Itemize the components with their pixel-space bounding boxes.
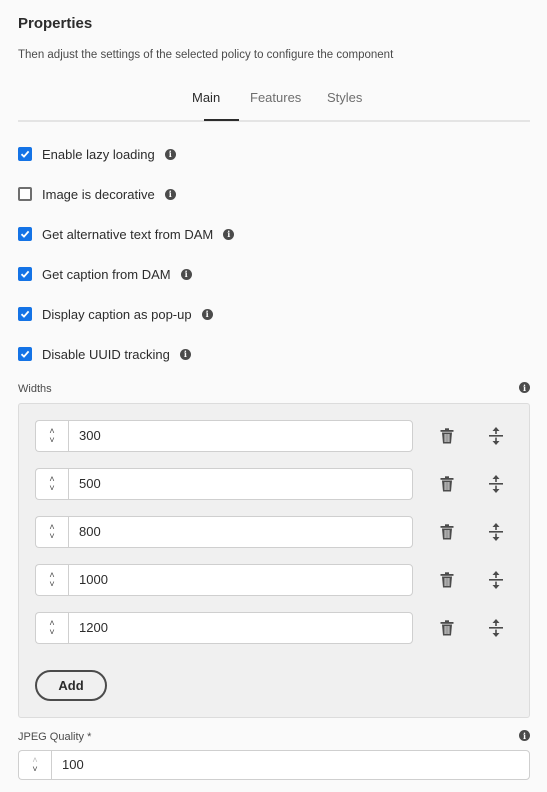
widths-label: Widths <box>18 383 52 395</box>
info-icon[interactable]: i <box>201 308 213 320</box>
checkbox-label: Enable lazy loading <box>42 146 155 162</box>
info-icon[interactable]: i <box>180 268 192 280</box>
tab-features[interactable]: Features <box>250 90 301 105</box>
trash-icon[interactable] <box>437 570 457 590</box>
drag-handle-icon[interactable] <box>486 618 506 638</box>
jpeg-quality-input[interactable]: 100 <box>51 750 530 780</box>
jpeg-quality-label: JPEG Quality * <box>18 731 92 743</box>
chevron-up-down-icon[interactable]: ˄ ˅ <box>35 612 68 644</box>
page-title: Properties <box>18 15 93 32</box>
chevron-up-down-icon[interactable]: ˄ ˅ <box>35 468 68 500</box>
drag-handle-icon[interactable] <box>486 426 506 446</box>
drag-handle-icon[interactable] <box>486 570 506 590</box>
width-input[interactable]: 800 <box>68 516 413 548</box>
tab-main[interactable]: Main <box>192 90 220 105</box>
tab-list: Main Features Styles <box>18 88 530 122</box>
info-icon[interactable]: i <box>519 730 530 741</box>
checkbox-label: Get alternative text from DAM <box>42 226 214 242</box>
info-icon[interactable]: i <box>179 348 191 360</box>
width-item: ˄ ˅ 1000 <box>35 564 413 596</box>
checkbox-label: Disable UUID tracking <box>42 346 170 362</box>
trash-icon[interactable] <box>437 618 457 638</box>
chevron-up-down-icon[interactable]: ˄ ˅ <box>18 750 51 780</box>
drag-handle-icon[interactable] <box>486 522 506 542</box>
checkbox-get-caption-from-dam[interactable]: Get caption from DAM i <box>18 264 192 284</box>
widths-multifield: ˄ ˅ 300 ˄ ˅ 500 ˄ ˅ 800 ˄ ˅ 1000 ˄ ˅ 1200 <box>18 403 530 718</box>
add-width-button[interactable]: Add <box>35 670 107 701</box>
info-icon[interactable]: i <box>223 228 235 240</box>
checkbox-label: Get caption from DAM <box>42 266 171 282</box>
info-icon[interactable]: i <box>164 188 176 200</box>
chevron-up-down-icon[interactable]: ˄ ˅ <box>35 420 68 452</box>
jpeg-quality-field: ˄ ˅ 100 <box>18 750 530 780</box>
width-item: ˄ ˅ 1200 <box>35 612 413 644</box>
checkbox-get-alt-text-from-dam[interactable]: Get alternative text from DAM i <box>18 224 235 244</box>
trash-icon[interactable] <box>437 426 457 446</box>
width-input[interactable]: 300 <box>68 420 413 452</box>
width-input[interactable]: 500 <box>68 468 413 500</box>
checkbox-display-caption-as-popup[interactable]: Display caption as pop-up i <box>18 304 213 324</box>
width-item: ˄ ˅ 300 <box>35 420 413 452</box>
chevron-up-down-icon[interactable]: ˄ ˅ <box>35 564 68 596</box>
checkbox-checked[interactable] <box>18 147 32 161</box>
info-icon[interactable]: i <box>519 382 530 393</box>
width-item: ˄ ˅ 500 <box>35 468 413 500</box>
page-subtitle: Then adjust the settings of the selected… <box>18 49 394 61</box>
checkbox-checked[interactable] <box>18 267 32 281</box>
checkbox-disable-uuid-tracking[interactable]: Disable UUID tracking i <box>18 344 191 364</box>
checkbox-label: Display caption as pop-up <box>42 306 192 322</box>
tab-styles[interactable]: Styles <box>327 90 362 105</box>
trash-icon[interactable] <box>437 474 457 494</box>
width-input[interactable]: 1200 <box>68 612 413 644</box>
checkbox-checked[interactable] <box>18 347 32 361</box>
checkbox-image-is-decorative[interactable]: Image is decorative i <box>18 184 176 204</box>
checkbox-checked[interactable] <box>18 307 32 321</box>
width-input[interactable]: 1000 <box>68 564 413 596</box>
trash-icon[interactable] <box>437 522 457 542</box>
width-item: ˄ ˅ 800 <box>35 516 413 548</box>
drag-handle-icon[interactable] <box>486 474 506 494</box>
info-icon[interactable]: i <box>164 148 176 160</box>
checkbox-checked[interactable] <box>18 227 32 241</box>
checkbox-enable-lazy-loading[interactable]: Enable lazy loading i <box>18 144 176 164</box>
checkbox-label: Image is decorative <box>42 186 155 202</box>
chevron-up-down-icon[interactable]: ˄ ˅ <box>35 516 68 548</box>
active-tab-indicator <box>204 119 239 121</box>
checkbox-unchecked[interactable] <box>18 187 32 201</box>
